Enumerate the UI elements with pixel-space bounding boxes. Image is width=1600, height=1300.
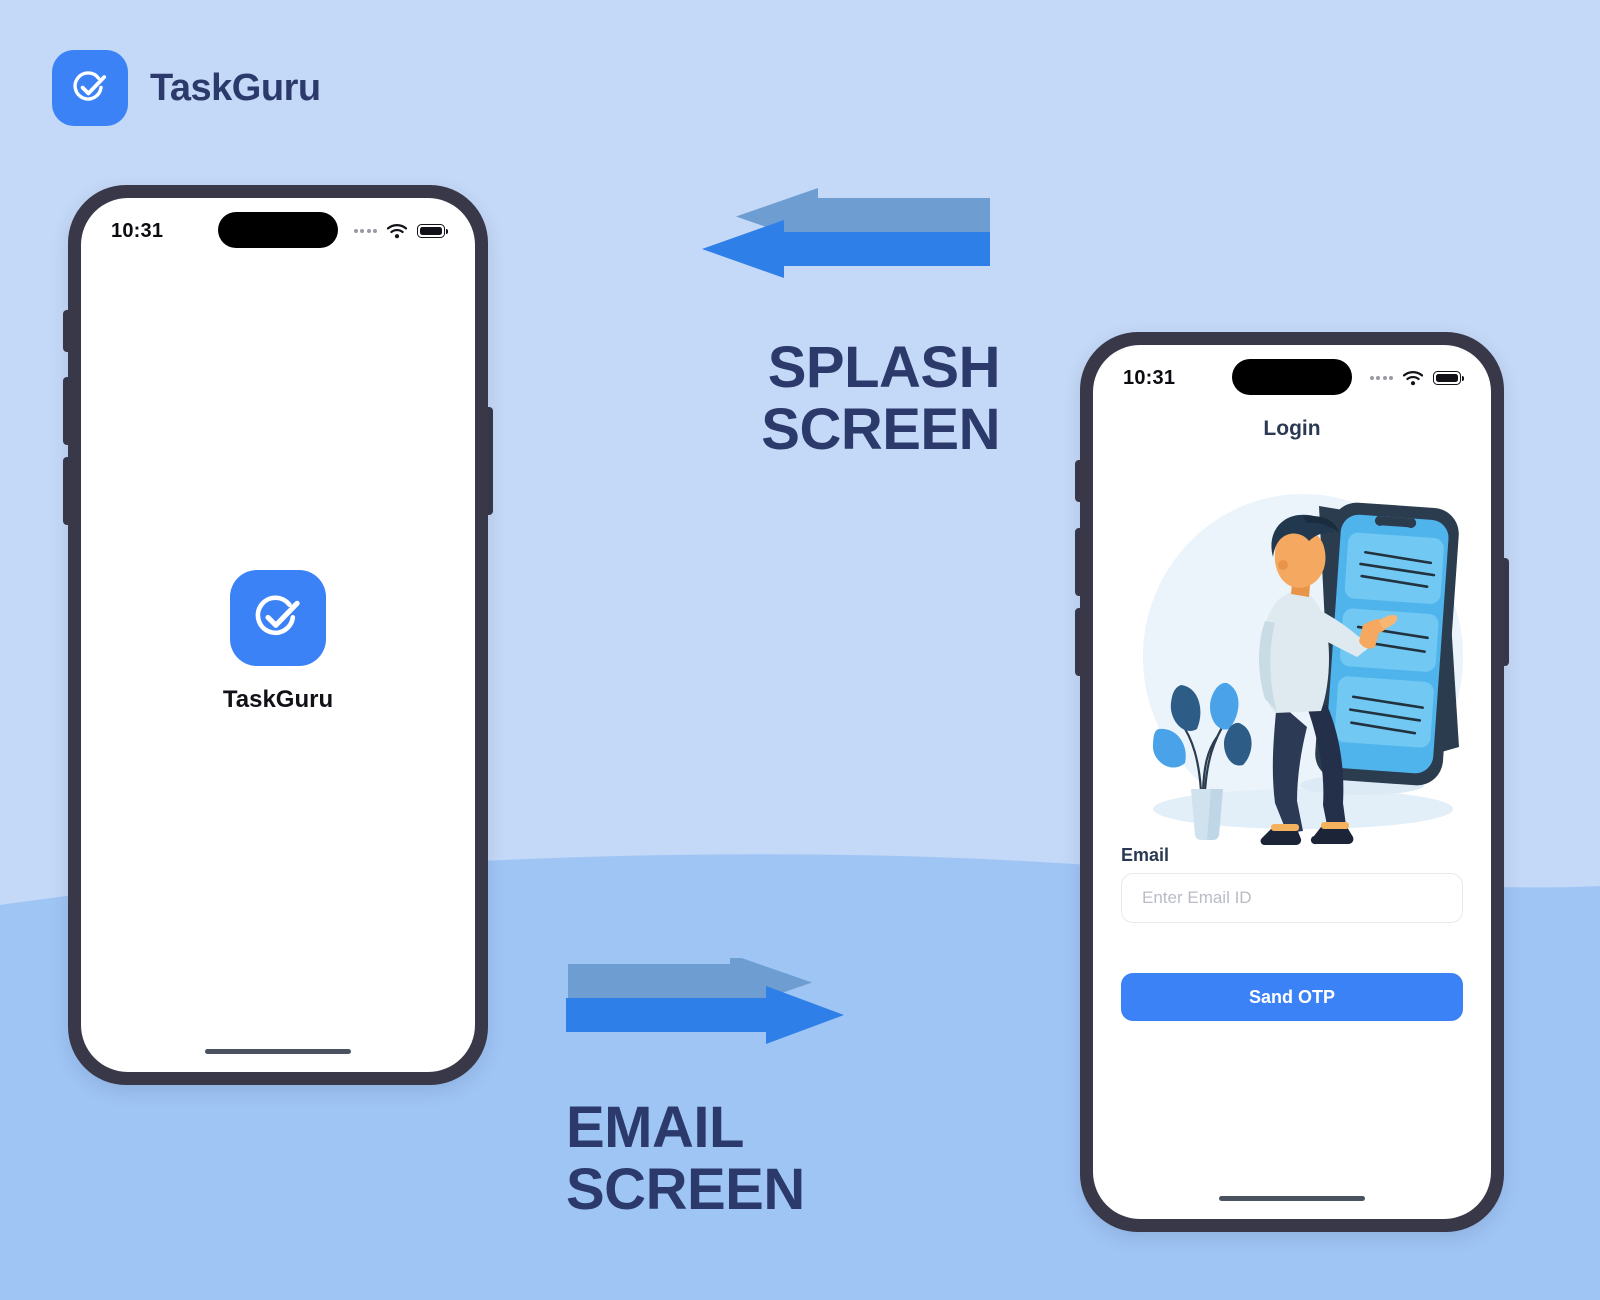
status-time-2: 10:31 (1123, 366, 1176, 389)
annotation-splash: SPLASH SCREEN (700, 186, 1010, 461)
status-bar: 10:31 (81, 212, 475, 248)
splash-app-icon (230, 570, 326, 666)
home-indicator[interactable] (205, 1049, 351, 1054)
splash-app-identity: TaskGuru (81, 570, 475, 714)
dynamic-island-2 (1232, 359, 1352, 395)
splash-app-name: TaskGuru (222, 686, 334, 713)
dynamic-island (218, 212, 338, 248)
status-bar-2: 10:31 (1093, 359, 1491, 395)
splash-phone: 10:31 TaskGuru (63, 185, 493, 1085)
person-using-phone-illustration (1143, 494, 1463, 846)
wifi-icon (386, 224, 408, 239)
send-otp-button[interactable]: Sand OTP (1121, 973, 1463, 1021)
signal-dots-icon (353, 229, 377, 233)
login-phone: 10:31 Login Email Enter Email ID Sand OT… (1075, 332, 1509, 1232)
email-label: Email (1121, 845, 1170, 865)
splash-annotation-line2: SCREEN (761, 397, 1000, 463)
annotation-email: EMAIL SCREEN (556, 954, 866, 1223)
email-annotation-line-2: SCREEN (566, 1157, 805, 1223)
brand-header: TaskGuru (52, 50, 321, 126)
brand-name: TaskGuru (150, 66, 321, 109)
email-annotation-text: EMAIL SCREEN (566, 1095, 866, 1223)
login-screen: 10:31 Login Email Enter Email ID Sand OT… (1093, 345, 1491, 1219)
splash-screen: 10:31 TaskGuru (81, 198, 475, 1072)
status-time: 10:31 (111, 219, 164, 242)
splash-arrows-icon (702, 188, 990, 278)
home-indicator-2[interactable] (1219, 1196, 1365, 1201)
splash-annotation-text: SPLASH SCREEN (700, 335, 1001, 463)
email-annotation-line-1: EMAIL (566, 1095, 744, 1160)
email-arrows-icon (556, 954, 844, 1044)
wifi-icon-2 (1402, 371, 1424, 386)
email-input[interactable] (1121, 873, 1463, 923)
brand-logo-icon (52, 50, 128, 126)
splash-annotation-line1: SPLASH (767, 335, 1001, 400)
signal-dots-icon-2 (1369, 376, 1393, 380)
battery-icon (417, 224, 448, 238)
battery-icon-2 (1433, 371, 1464, 385)
page-title: Login (1263, 417, 1321, 440)
